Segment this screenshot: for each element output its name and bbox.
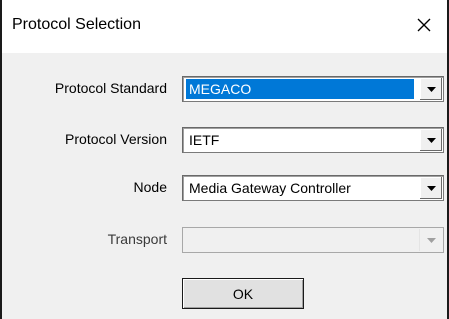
chevron-down-icon: [426, 137, 436, 143]
protocol-standard-value: MEGACO: [186, 79, 414, 99]
protocol-standard-dropdown-button[interactable]: [419, 78, 442, 100]
transport-dropdown-button: [419, 229, 442, 251]
node-dropdown-button[interactable]: [419, 177, 442, 199]
close-icon: [417, 18, 431, 32]
dialog-content: Protocol Standard MEGACO Protocol Versio…: [2, 53, 447, 319]
transport-select: [182, 227, 444, 253]
node-label: Node: [133, 179, 167, 195]
protocol-version-select[interactable]: IETF: [182, 127, 444, 153]
transport-label: Transport: [107, 231, 167, 247]
chevron-down-icon: [426, 185, 436, 191]
chevron-down-icon: [426, 237, 436, 243]
ok-button[interactable]: OK: [182, 278, 304, 309]
protocol-version-label: Protocol Version: [65, 131, 167, 147]
protocol-version-dropdown-button[interactable]: [419, 129, 442, 151]
protocol-selection-dialog: Protocol Selection Protocol Standard MEG…: [0, 0, 449, 319]
node-select[interactable]: Media Gateway Controller: [182, 175, 444, 201]
protocol-standard-label: Protocol Standard: [54, 80, 167, 96]
protocol-standard-select[interactable]: MEGACO: [182, 76, 444, 102]
ok-button-label: OK: [232, 285, 254, 302]
node-value: Media Gateway Controller: [189, 180, 351, 196]
protocol-version-value: IETF: [189, 132, 220, 148]
chevron-down-icon: [426, 86, 436, 92]
transport-value: [186, 230, 192, 250]
title-bar: Protocol Selection: [2, 0, 447, 53]
close-button[interactable]: [401, 5, 447, 45]
window-title: Protocol Selection: [12, 16, 141, 33]
